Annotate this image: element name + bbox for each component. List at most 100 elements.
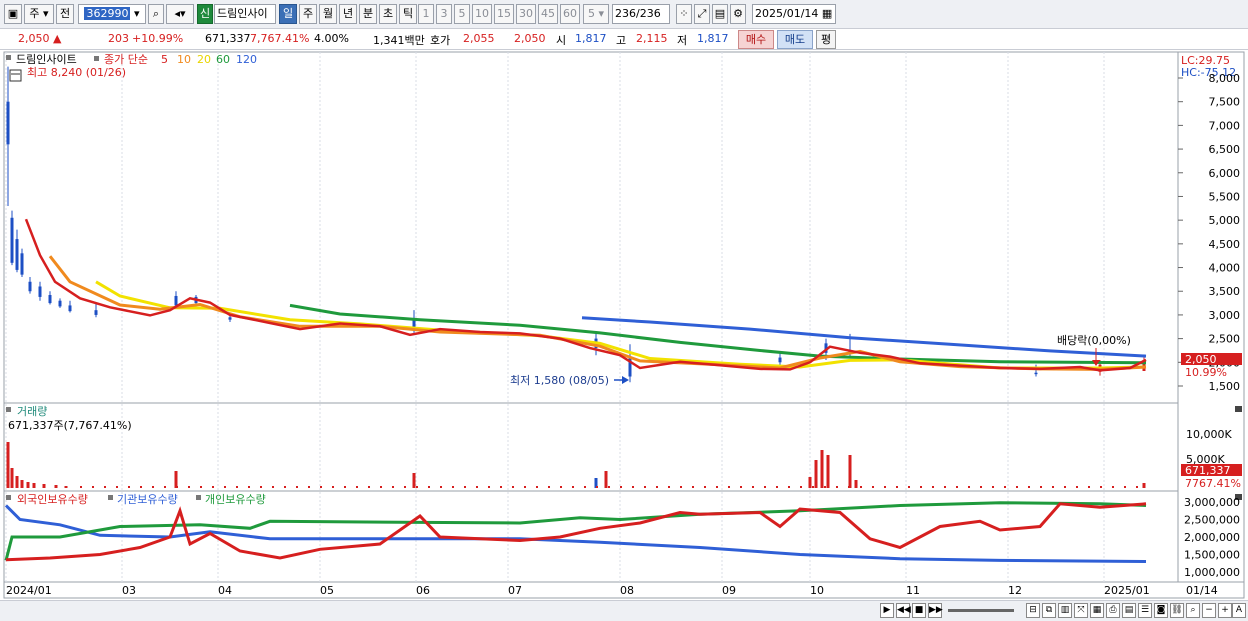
prev-button[interactable]: 전: [56, 4, 74, 24]
gear-icon[interactable]: ⚙: [730, 4, 746, 24]
rewind-icon[interactable]: ◀◀: [896, 603, 911, 618]
volume-bar: [200, 486, 202, 488]
interval-1[interactable]: 1: [418, 4, 434, 24]
print-icon[interactable]: ⎙: [1106, 603, 1120, 618]
panel-handle-icon[interactable]: [6, 407, 11, 412]
volume-bar: [1142, 483, 1146, 488]
zoom-in-icon[interactable]: +: [1218, 603, 1232, 618]
chart-menu-icon[interactable]: ▣: [4, 4, 22, 24]
candle-body: [94, 310, 98, 315]
volume-bar: [412, 473, 416, 488]
panel-handle-icon[interactable]: [6, 55, 11, 60]
interval-10[interactable]: 10: [472, 4, 492, 24]
price-change: 203: [108, 32, 129, 45]
link-icon[interactable]: ⛓: [1170, 603, 1184, 618]
volume-bar: [464, 486, 466, 488]
volume-bar: [416, 486, 418, 488]
hoga-label: 호가: [430, 34, 451, 47]
volume-bar: [512, 486, 514, 488]
camera-icon[interactable]: ◙: [1154, 603, 1168, 618]
calendar-marker-icon[interactable]: [9, 69, 22, 82]
search-icon[interactable]: ⌕: [1186, 603, 1200, 618]
volume-panel[interactable]: [3, 402, 1179, 492]
volume-bar: [968, 486, 970, 488]
dot-grid-icon[interactable]: ⁘: [676, 4, 692, 24]
ma-legend-label: 종가 단순: [104, 53, 148, 66]
tab-day[interactable]: 일: [279, 4, 297, 24]
buy-button[interactable]: 매수: [738, 30, 774, 49]
price-change-pct: +10.99%: [132, 32, 184, 45]
chart-area[interactable]: 드림인사이트 종가 단순 5 10 20 60 120 최고 8,240 (01…: [0, 50, 1248, 600]
panel-handle-icon[interactable]: [108, 495, 113, 500]
interval-30[interactable]: 30: [516, 4, 536, 24]
volume-bar: [728, 486, 730, 488]
calendar-icon[interactable]: ▦: [822, 7, 832, 20]
stop-icon[interactable]: ■: [912, 603, 926, 618]
zoom-slider[interactable]: [948, 609, 1014, 612]
zoom-out-icon[interactable]: −: [1202, 603, 1216, 618]
x-axis-label: 10: [810, 584, 824, 597]
panel-handle-icon[interactable]: [94, 56, 99, 61]
low-price: 1,817: [697, 32, 729, 45]
volume-bar: [596, 486, 598, 488]
price-ytick-label: 4,000: [1209, 262, 1241, 275]
interval-15[interactable]: 15: [494, 4, 514, 24]
new-badge: 신: [197, 4, 213, 24]
x-axis-label: 05: [320, 584, 334, 597]
price-panel[interactable]: [3, 51, 1179, 404]
panel-handle-icon[interactable]: [6, 495, 11, 500]
tab-week[interactable]: 주: [299, 4, 317, 24]
save-icon[interactable]: ▤: [712, 4, 728, 24]
font-size-icon[interactable]: A: [1232, 603, 1246, 618]
tab-year[interactable]: 년: [339, 4, 357, 24]
volume-bar: [620, 486, 622, 488]
volume-bar: [800, 486, 802, 488]
stock-name-field[interactable]: 드림인사이: [214, 4, 276, 24]
period-unit-select[interactable]: 주 ▾: [24, 4, 54, 24]
play-icon[interactable]: ▶: [880, 603, 894, 618]
window-icon[interactable]: ⧉: [1042, 603, 1056, 618]
sell-button[interactable]: 매도: [777, 30, 813, 49]
tab-minute[interactable]: 분: [359, 4, 377, 24]
interval-custom-value: 5: [587, 7, 595, 20]
tab-tick[interactable]: 틱: [399, 4, 417, 24]
list-icon[interactable]: ☰: [1138, 603, 1152, 618]
ma120-legend: 120: [236, 53, 257, 66]
interval-60[interactable]: 60: [560, 4, 580, 24]
price-ytick-label: 7,000: [1209, 119, 1241, 132]
date-field[interactable]: 2025/01/14 ▦: [752, 4, 836, 24]
interval-5[interactable]: 5: [454, 4, 470, 24]
search-icon[interactable]: ⌕: [148, 4, 164, 24]
volume-pct-tag: 7767.41%: [1185, 477, 1241, 490]
tab-second[interactable]: 초: [379, 4, 397, 24]
volume-bar: [440, 486, 442, 488]
interval-3[interactable]: 3: [436, 4, 452, 24]
split-icon[interactable]: ▥: [1058, 603, 1072, 618]
interval-45[interactable]: 45: [538, 4, 558, 24]
volume-bar: [752, 486, 754, 488]
volume-bar: [1040, 486, 1042, 488]
candle-body: [6, 101, 10, 145]
table-icon[interactable]: ▤: [1122, 603, 1136, 618]
close-panel-icon[interactable]: [1235, 406, 1242, 412]
eval-button[interactable]: 평: [816, 30, 836, 49]
count-field[interactable]: 236/236: [612, 4, 670, 24]
volume-bar: [332, 486, 334, 488]
draw-tool-icon[interactable]: ⤢: [694, 4, 710, 24]
price-ytick-label: 3,000: [1209, 309, 1241, 322]
interval-custom-select[interactable]: 5 ▾: [583, 4, 609, 24]
crosshair-icon[interactable]: ⤧: [1074, 603, 1088, 618]
volume-bar: [820, 450, 824, 488]
high-label: 고: [616, 34, 627, 47]
chart-svg[interactable]: 드림인사이트 종가 단순 5 10 20 60 120 최고 8,240 (01…: [0, 50, 1248, 600]
stock-code-input[interactable]: 362990 ▾: [78, 4, 146, 24]
panel-handle-icon[interactable]: [196, 495, 201, 500]
speaker-icon[interactable]: ◂▾: [166, 4, 194, 24]
volume-bar: [908, 486, 910, 488]
fast-forward-icon[interactable]: ▶▶: [928, 603, 943, 618]
volume-bar: [54, 485, 58, 488]
grid-icon[interactable]: ▦: [1090, 603, 1104, 618]
foreign-holdings-legend: 외국인보유수량: [17, 493, 88, 506]
tab-month[interactable]: 월: [319, 4, 337, 24]
layout-icon[interactable]: ⊟: [1026, 603, 1040, 618]
